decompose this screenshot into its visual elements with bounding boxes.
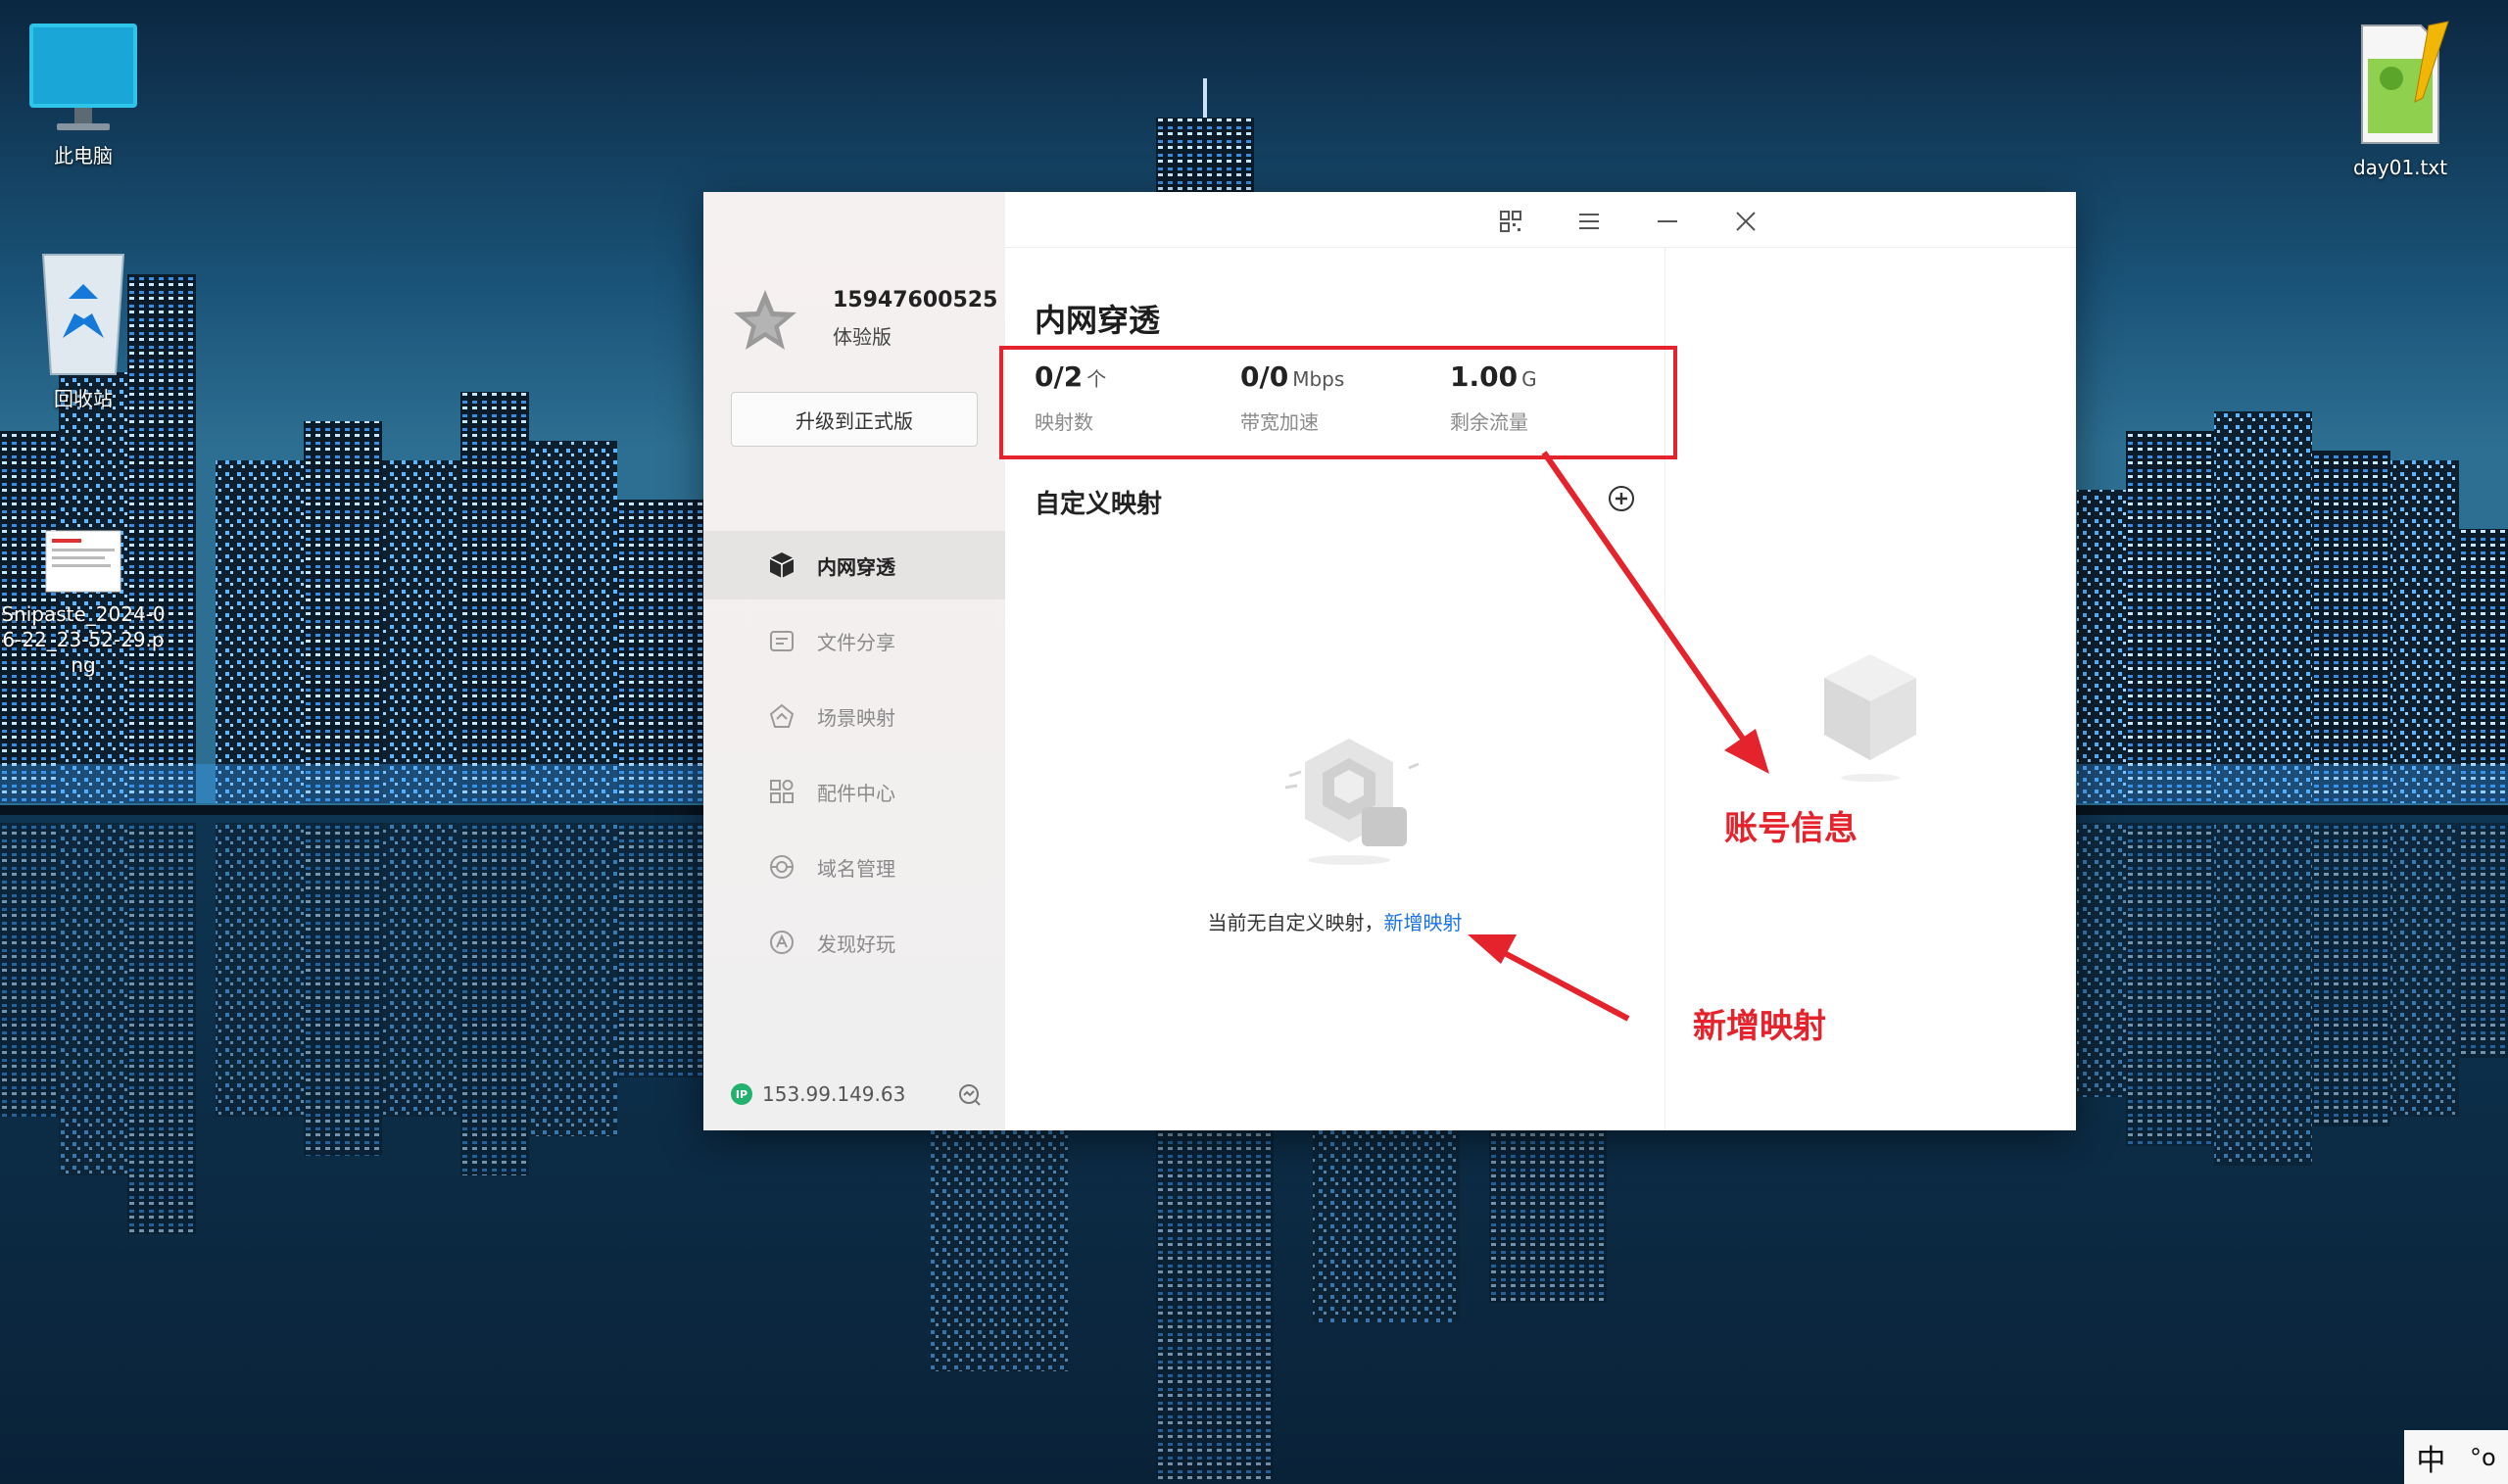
add-mapping-icon[interactable] bbox=[1607, 484, 1636, 513]
desktop-icon-snipaste-png[interactable]: Snipaste_2024-06-22_23-52-29.png bbox=[0, 529, 167, 678]
sidebar: 15947600525 体验版 升级到正式版 内网穿透 文件分享 场景映射 配件… bbox=[703, 192, 1005, 1130]
sidebar-item-accessory-center[interactable]: 配件中心 bbox=[703, 757, 1005, 826]
minimize-icon[interactable] bbox=[1652, 206, 1683, 237]
empty-state-message: 当前无自定义映射，新增映射 bbox=[703, 907, 1664, 935]
desktop-icon-recycle-bin[interactable]: 回收站 bbox=[0, 245, 167, 411]
grid-icon bbox=[766, 776, 797, 807]
account-phone: 15947600525 bbox=[833, 288, 998, 312]
image-file-icon bbox=[44, 529, 122, 594]
sidebar-item-nat-traversal[interactable]: 内网穿透 bbox=[703, 531, 1005, 599]
account-info-highlight-box bbox=[999, 346, 1677, 459]
title-divider bbox=[1005, 247, 2076, 248]
ip-address-row: IP 153.99.149.63 bbox=[731, 1079, 982, 1109]
notepad-plus-plus-icon bbox=[2346, 20, 2454, 147]
file-share-icon bbox=[766, 625, 797, 656]
ime-chinese-mode[interactable]: 中 bbox=[2416, 1436, 2445, 1479]
menu-icon[interactable] bbox=[1573, 206, 1605, 237]
nat-traversal-app-window: 15947600525 体验版 升级到正式版 内网穿透 文件分享 场景映射 配件… bbox=[703, 192, 2076, 1130]
sidebar-item-scene-mapping[interactable]: 场景映射 bbox=[703, 682, 1005, 750]
sidebar-item-label: 域名管理 bbox=[817, 856, 895, 881]
ime-settings-icon[interactable]: °o bbox=[2470, 1444, 2496, 1471]
close-icon[interactable] bbox=[1730, 206, 1761, 237]
annotation-account-info: 账号信息 bbox=[1724, 809, 1857, 848]
desktop-icon-label: 回收站 bbox=[54, 387, 113, 410]
desktop-icon-label: 此电脑 bbox=[54, 144, 113, 168]
custom-mapping-title: 自定义映射 bbox=[1035, 490, 1163, 519]
right-panel-cube-icon bbox=[1818, 652, 1922, 782]
desktop-icon-label: day01.txt bbox=[2352, 156, 2448, 179]
domain-icon bbox=[766, 851, 797, 883]
sidebar-item-label: 文件分享 bbox=[817, 630, 895, 654]
annotation-add-mapping: 新增映射 bbox=[1693, 1007, 1826, 1046]
desktop-icon-this-pc[interactable]: 此电脑 bbox=[0, 20, 167, 168]
sidebar-item-file-share[interactable]: 文件分享 bbox=[703, 606, 1005, 675]
qrcode-icon[interactable] bbox=[1495, 206, 1526, 237]
cube-icon bbox=[766, 550, 797, 581]
ip-address: 153.99.149.63 bbox=[762, 1082, 906, 1106]
scene-map-icon bbox=[766, 700, 797, 732]
sidebar-item-domain-management[interactable]: 域名管理 bbox=[703, 833, 1005, 901]
desktop-icon-day01-txt[interactable]: day01.txt bbox=[2317, 20, 2484, 180]
sidebar-item-label: 内网穿透 bbox=[817, 554, 895, 579]
sidebar-item-label: 配件中心 bbox=[817, 781, 895, 805]
page-title: 内网穿透 bbox=[1035, 302, 1161, 339]
ip-badge-icon: IP bbox=[731, 1083, 752, 1105]
avatar-star-icon[interactable] bbox=[731, 286, 799, 355]
desktop-icon-label: Snipaste_2024-06-22_23-52-29.png bbox=[1, 602, 166, 677]
monitor-icon bbox=[20, 20, 147, 135]
title-bar bbox=[1005, 192, 2076, 249]
empty-box-icon bbox=[1268, 729, 1430, 868]
account-plan: 体验版 bbox=[833, 325, 892, 349]
add-mapping-link[interactable]: 新增映射 bbox=[1384, 911, 1463, 934]
ime-indicator[interactable]: 中 °o bbox=[2404, 1430, 2508, 1484]
upgrade-button[interactable]: 升级到正式版 bbox=[731, 392, 978, 447]
recycle-bin-icon bbox=[29, 245, 137, 378]
empty-state-text: 当前无自定义映射， bbox=[1207, 911, 1384, 934]
sidebar-item-label: 场景映射 bbox=[817, 705, 895, 730]
refresh-ip-icon[interactable] bbox=[956, 1081, 982, 1107]
